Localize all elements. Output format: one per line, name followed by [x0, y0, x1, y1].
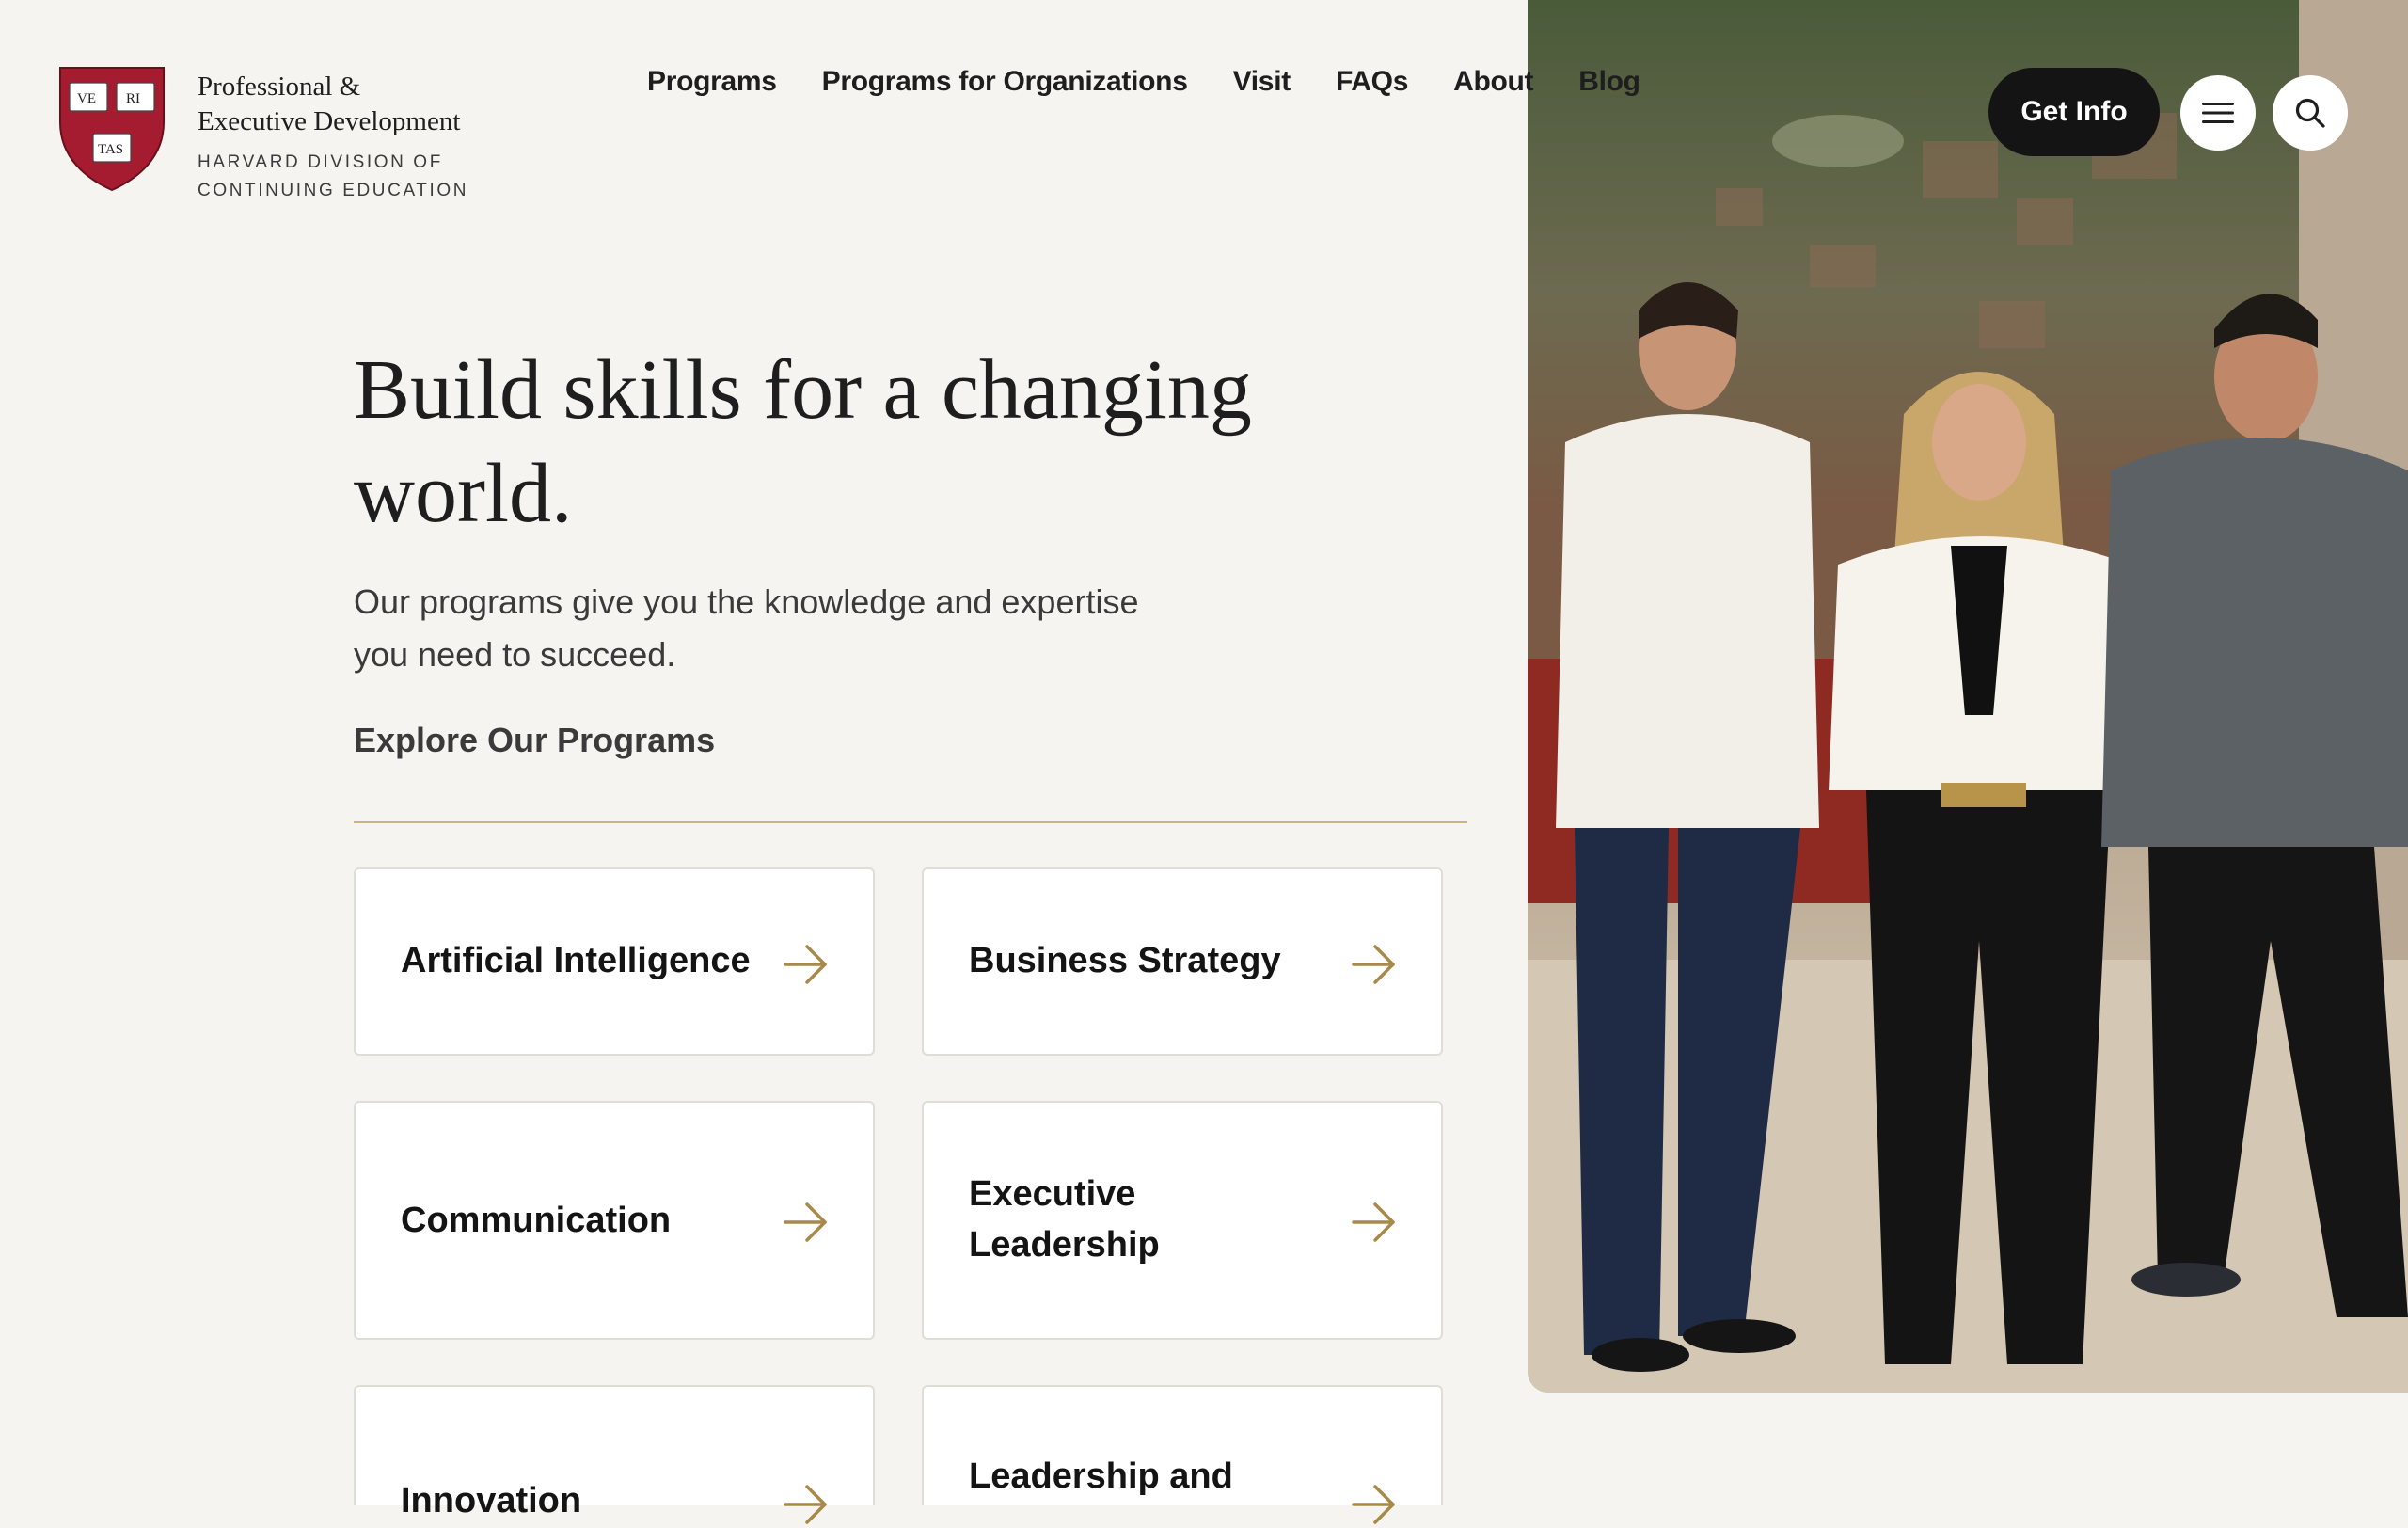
card-label: Innovation [401, 1481, 582, 1520]
logo-sub-line2: CONTINUING EDUCATION [198, 181, 469, 200]
shield-text-ve: VE [77, 91, 96, 106]
card-label: Executive Leadership [969, 1174, 1160, 1265]
menu-icon [2202, 103, 2234, 123]
program-card-communication[interactable]: Communication [354, 1101, 875, 1340]
hero-image [1528, 0, 2408, 1393]
nav-blog[interactable]: Blog [1578, 66, 1640, 98]
nav-visit[interactable]: Visit [1233, 66, 1291, 98]
program-card-business-strategy[interactable]: Business Strategy [922, 867, 1443, 1056]
hero-headline: Build skills for a changing world. [354, 343, 1252, 540]
program-card-innovation[interactable]: Innovation [354, 1385, 875, 1524]
shield-text-ri: RI [126, 91, 140, 106]
nav-about[interactable]: About [1453, 66, 1533, 98]
search-button[interactable] [2273, 75, 2348, 151]
program-card-artificial-intelligence[interactable]: Artificial Intelligence [354, 867, 875, 1056]
program-card-executive-leadership[interactable]: Executive Leadership [922, 1101, 1443, 1340]
site-logo[interactable]: VE RI TAS Professional & Executive Devel… [58, 66, 468, 205]
arrow-right-icon [1352, 1485, 1395, 1524]
logo-sub-line1: HARVARD DIVISION OF [198, 152, 443, 172]
card-label: Artificial Intelligence [401, 941, 751, 980]
shield-text-tas: TAS [98, 142, 123, 157]
nav-programs-for-organizations[interactable]: Programs for Organizations [822, 66, 1188, 98]
card-label: Business Strategy [969, 941, 1281, 980]
logo-subtitle: HARVARD DIVISION OF CONTINUING EDUCATION [198, 149, 468, 205]
hero-subtext: Our programs give you the knowledge and … [354, 582, 1139, 674]
logo-title-line2: Executive Development [198, 106, 461, 136]
nav-programs[interactable]: Programs [647, 66, 777, 98]
nav-faqs[interactable]: FAQs [1336, 66, 1408, 98]
hero-photo-illustration [1528, 0, 2408, 1393]
main-nav: Programs Programs for Organizations Visi… [647, 66, 1686, 98]
card-label: Leadership and [969, 1456, 1233, 1496]
arrow-right-icon [784, 945, 827, 984]
program-card-leadership-and[interactable]: Leadership and [922, 1385, 1443, 1524]
search-icon [2295, 98, 2325, 128]
get-info-button[interactable]: Get Info [1988, 68, 2160, 156]
arrow-right-icon [784, 1485, 827, 1524]
section-divider [354, 821, 1467, 823]
logo-title-line1: Professional & [198, 72, 361, 102]
arrow-right-icon [1352, 945, 1395, 984]
arrow-right-icon [784, 1202, 827, 1242]
menu-button[interactable] [2180, 75, 2256, 151]
arrow-right-icon [1352, 1202, 1395, 1242]
harvard-shield-icon: VE RI TAS [59, 67, 165, 192]
explore-programs-link[interactable]: Explore Our Programs [354, 721, 715, 760]
card-label: Communication [401, 1201, 672, 1240]
